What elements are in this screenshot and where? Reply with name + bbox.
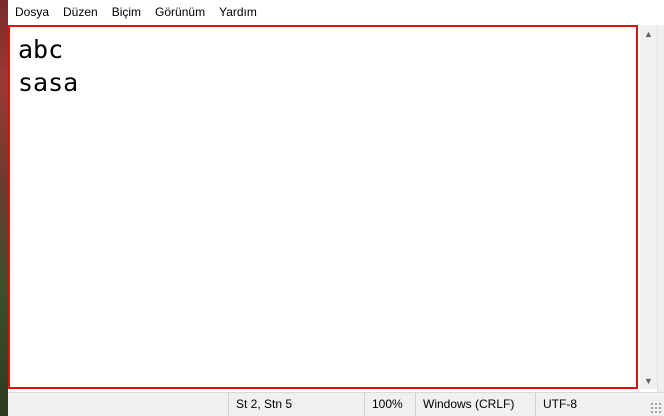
menu-bar: Dosya Düzen Biçim Görünüm Yardım	[8, 0, 664, 25]
menu-edit[interactable]: Düzen	[56, 0, 105, 25]
desktop-background	[0, 0, 8, 416]
vertical-scrollbar[interactable]: ▲ ▼	[640, 25, 657, 389]
editor-content[interactable]: abc sasa	[18, 33, 632, 383]
text-line-2: sasa	[18, 68, 79, 97]
cursor-position: St 2, Stn 5	[228, 393, 364, 416]
text-editor[interactable]: abc sasa	[8, 25, 638, 389]
chevron-down-icon[interactable]: ▼	[640, 372, 657, 389]
menu-file[interactable]: Dosya	[8, 0, 56, 25]
line-ending: Windows (CRLF)	[415, 393, 535, 416]
chevron-up-icon[interactable]: ▲	[640, 25, 657, 42]
menu-format[interactable]: Biçim	[105, 0, 148, 25]
menu-help[interactable]: Yardım	[212, 0, 264, 25]
encoding: UTF-8	[535, 393, 645, 416]
menu-view[interactable]: Görünüm	[148, 0, 212, 25]
window-edge	[657, 25, 664, 416]
zoom-level: 100%	[364, 393, 415, 416]
resize-grip-icon[interactable]	[650, 402, 662, 414]
status-bar: St 2, Stn 5 100% Windows (CRLF) UTF-8	[8, 392, 664, 416]
text-line-1: abc	[18, 35, 64, 64]
